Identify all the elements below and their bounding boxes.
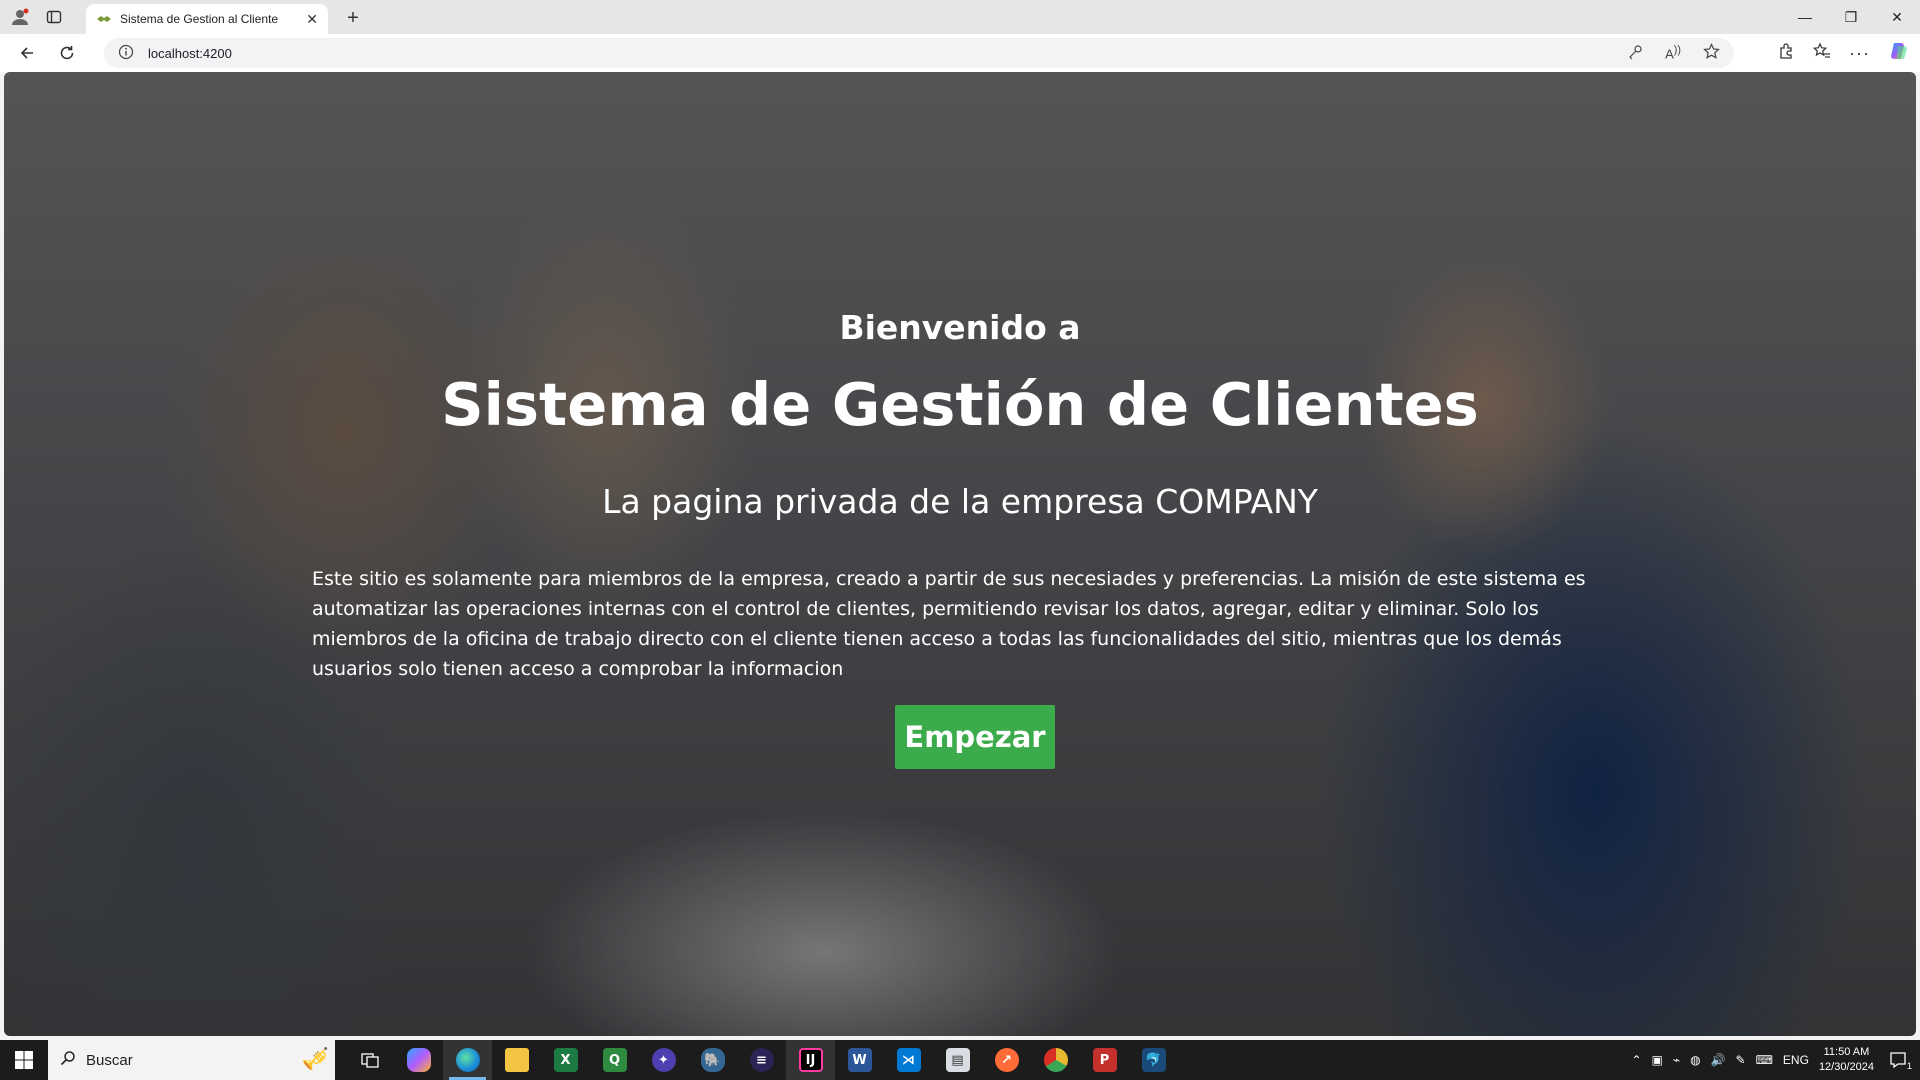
p-app-icon[interactable]: P [1080,1040,1129,1080]
chevron-up-icon[interactable]: ⌃ [1631,1053,1641,1067]
hero-greeting: Bienvenido a [839,308,1081,347]
hero-subtitle: La pagina privada de la empresa COMPANY [602,482,1318,521]
volume-icon[interactable]: 🔊 [1711,1053,1726,1067]
browser-tab-active[interactable]: Sistema de Gestion al Cliente ✕ [86,4,328,34]
close-window-button[interactable]: ✕ [1874,0,1920,34]
eclipse-ide-icon[interactable]: ≡ [737,1040,786,1080]
intellij-icon[interactable]: IJ [786,1040,835,1080]
favorite-star-icon[interactable] [1703,43,1720,63]
hero-section: Bienvenido a Sistema de Gestión de Clien… [4,72,1916,1036]
read-aloud-icon[interactable]: A)) [1665,44,1681,61]
browser-toolbar: localhost:4200 A)) ··· [0,34,1920,72]
close-tab-icon[interactable]: ✕ [306,11,318,28]
clock-date: 12/30/2024 [1818,1061,1874,1073]
system-tray: ⌃ ▣ ⌁ ◍ 🔊 ✎ ⌨ ENG 11:50 AM 12/30/2024 1 [1631,1040,1920,1080]
windows-taskbar: Buscar 🎺 X Q ✦ 🐘 ≡ IJ W ⋊ ▤ ↗ P 🐬 ⌃ ▣ ⌁ … [0,1040,1920,1080]
word-icon[interactable]: W [835,1040,884,1080]
taskbar-search[interactable]: Buscar 🎺 [48,1040,335,1080]
mysql-workbench-icon[interactable]: 🐬 [1129,1040,1178,1080]
more-options-icon[interactable]: ··· [1849,43,1870,64]
postgres-icon[interactable]: 🐘 [688,1040,737,1080]
vscode-icon[interactable]: ⋊ [884,1040,933,1080]
postman-icon[interactable]: ↗ [982,1040,1031,1080]
eclipse-icon[interactable]: ✦ [639,1040,688,1080]
keyboard-icon[interactable]: ⌨ [1756,1053,1773,1067]
tab-actions-icon[interactable] [44,7,64,27]
power-plug-icon[interactable]: ⌁ [1673,1053,1680,1067]
file-explorer-icon[interactable] [492,1040,541,1080]
minimize-button[interactable]: — [1782,0,1828,34]
notification-count: 1 [1906,1061,1912,1071]
restore-button[interactable]: ❐ [1828,0,1874,34]
profile-icon[interactable] [10,7,30,27]
url-text[interactable]: localhost:4200 [148,46,232,61]
search-placeholder: Buscar [86,1051,133,1069]
search-highlight-illustration-icon: 🎺 [301,1046,329,1071]
start-button[interactable]: Empezar [895,705,1055,769]
copilot-app-icon[interactable] [394,1040,443,1080]
site-info-icon[interactable] [118,44,134,63]
hero-description: Este sitio es solamente para miembros de… [312,568,1586,680]
address-bar[interactable]: localhost:4200 A)) [104,38,1734,68]
start-button[interactable] [0,1040,48,1080]
notifications-icon[interactable]: 1 [1884,1051,1912,1071]
page-title: Sistema de Gestión de Clientes [441,370,1479,439]
page-viewport: Bienvenido a Sistema de Gestión de Clien… [4,72,1916,1036]
pen-icon[interactable]: ✎ [1736,1053,1746,1067]
network-globe-icon[interactable]: ◍ [1690,1053,1700,1067]
extensions-icon[interactable] [1777,42,1795,65]
task-view-icon[interactable] [345,1040,394,1080]
clock-time: 11:50 AM [1823,1046,1870,1058]
favorites-icon[interactable] [1812,42,1831,65]
browser-titlebar: Sistema de Gestion al Cliente ✕ + — ❐ ✕ [0,0,1920,34]
key-icon[interactable] [1627,44,1643,63]
meet-now-icon[interactable]: ▣ [1652,1053,1663,1067]
back-button[interactable] [10,38,44,68]
reload-button[interactable] [50,38,84,68]
handshake-favicon-icon [96,13,112,25]
clock[interactable]: 11:50 AM 12/30/2024 [1819,1045,1874,1075]
new-tab-button[interactable]: + [340,5,366,31]
copilot-icon[interactable] [1888,40,1910,67]
tab-title: Sistema de Gestion al Cliente [120,12,279,26]
language-indicator[interactable]: ENG [1783,1053,1809,1067]
chrome-canary-icon[interactable] [1031,1040,1080,1080]
search-icon [60,1050,76,1070]
edge-app-icon[interactable] [443,1040,492,1080]
excel-icon[interactable]: X [541,1040,590,1080]
qlik-icon[interactable]: Q [590,1040,639,1080]
notepad-icon[interactable]: ▤ [933,1040,982,1080]
